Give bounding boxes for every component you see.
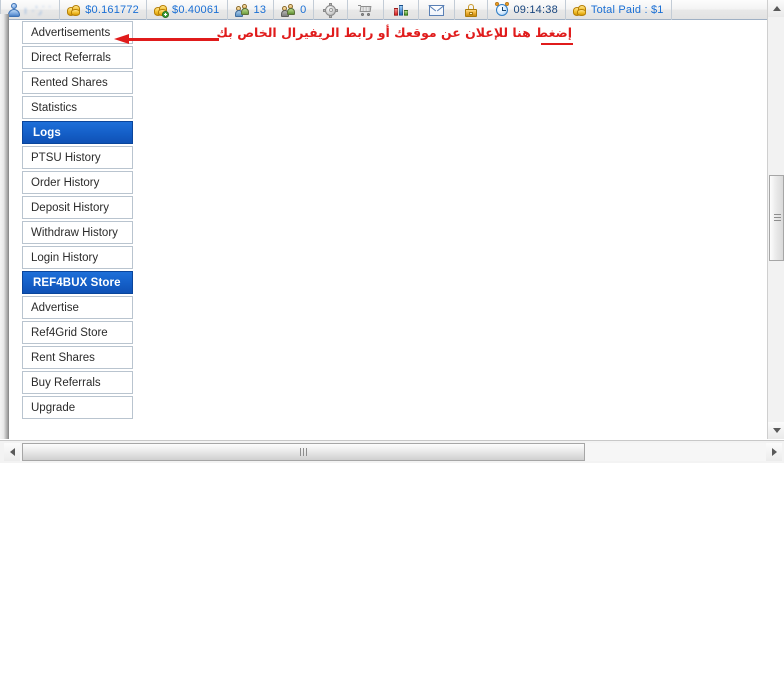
toolbar-item-username[interactable]: ı ·ʼ٫˙ ˙ xyxy=(0,0,61,20)
sidebar-item-label: Upgrade xyxy=(31,401,76,414)
sidebar-item-buy-referrals[interactable]: Buy Referrals xyxy=(22,371,133,394)
toolbar-item-total-paid: Total Paid : $1 xyxy=(566,0,672,20)
annotation-underline xyxy=(541,43,573,45)
chevron-left-icon xyxy=(9,448,15,456)
direct-referrals-count: 13 xyxy=(253,4,267,16)
chevron-up-icon xyxy=(772,6,781,11)
bar-chart-icon xyxy=(394,4,409,17)
scroll-down-button[interactable] xyxy=(768,422,784,439)
status-toolbar: ı ·ʼ٫˙ ˙ $0.161772 $0.40061 13 0 09:14:3… xyxy=(0,0,784,20)
scroll-left-button[interactable] xyxy=(4,443,20,461)
rented-referrals-count: 0 xyxy=(300,4,307,16)
horizontal-scroll-thumb[interactable] xyxy=(22,443,585,461)
user-icon xyxy=(8,3,20,17)
total-paid-value: Total Paid : $1 xyxy=(590,4,664,16)
sidebar-item-label: Login History xyxy=(31,251,99,264)
sidebar-section-label: Logs xyxy=(33,126,61,139)
sidebar-item-statistics[interactable]: Statistics xyxy=(22,96,133,119)
sidebar-item-label: Advertise xyxy=(31,301,79,314)
sidebar-item-label: Direct Referrals xyxy=(31,51,111,64)
sidebar-item-label: Rent Shares xyxy=(31,351,95,364)
blank-area-below xyxy=(0,463,784,696)
sidebar-item-label: PTSU History xyxy=(31,151,101,164)
rented-referrals-icon xyxy=(281,3,296,17)
sidebar-item-label: Deposit History xyxy=(31,201,109,214)
vertical-scrollbar[interactable] xyxy=(767,0,784,439)
server-time-value: 09:14:38 xyxy=(513,4,558,16)
sidebar-item-label: Order History xyxy=(31,176,100,189)
sidebar-item-rented-shares[interactable]: Rented Shares xyxy=(22,71,133,94)
sidebar-section-logs: Logs xyxy=(22,121,133,144)
sidebar-item-ref4grid-store[interactable]: Ref4Grid Store xyxy=(22,321,133,344)
annotation-text: إضغط هنا للإعلان عن موقعك أو رابط الريفي… xyxy=(216,25,572,40)
grip-icon xyxy=(299,448,308,456)
username-value: ı ·ʼ٫˙ ˙ xyxy=(24,4,53,17)
sidebar-item-advertisements[interactable]: Advertisements xyxy=(22,21,133,44)
scroll-up-button[interactable] xyxy=(768,0,784,17)
toolbar-item-server-time: 09:14:38 xyxy=(488,0,566,20)
sidebar-section-ref4bux-store: REF4BUX Store xyxy=(22,271,133,294)
envelope-icon xyxy=(428,4,446,16)
toolbar-item-messages[interactable] xyxy=(419,0,456,20)
coins-icon xyxy=(67,4,81,17)
application-window: ı ·ʼ٫˙ ˙ $0.161772 $0.40061 13 0 09:14:3… xyxy=(0,0,784,463)
grip-icon xyxy=(774,214,781,222)
cart-icon xyxy=(358,4,373,17)
sidebar-item-direct-referrals[interactable]: Direct Referrals xyxy=(22,46,133,69)
toolbar-item-rented-referrals[interactable]: 0 xyxy=(274,0,315,20)
sidebar-item-label: Buy Referrals xyxy=(31,376,101,389)
gear-icon xyxy=(323,2,339,18)
coins-add-icon xyxy=(154,4,170,18)
sidebar-item-upgrade[interactable]: Upgrade xyxy=(22,396,133,419)
alarm-clock-icon xyxy=(495,2,510,17)
sidebar-item-advertise[interactable]: Advertise xyxy=(22,296,133,319)
coins-icon xyxy=(572,4,587,17)
toolbar-item-statistics[interactable] xyxy=(384,0,420,20)
sidebar-item-rent-shares[interactable]: Rent Shares xyxy=(22,346,133,369)
sidebar-item-login-history[interactable]: Login History xyxy=(22,246,133,269)
vertical-scroll-thumb[interactable] xyxy=(769,175,784,261)
sidebar-section-label: REF4BUX Store xyxy=(33,276,121,289)
chevron-down-icon xyxy=(772,428,781,433)
toolbar-item-security[interactable] xyxy=(455,0,489,20)
scroll-right-button[interactable] xyxy=(766,443,782,461)
main-balance-value: $0.161772 xyxy=(85,4,140,16)
sidebar-item-label: Advertisements xyxy=(31,26,111,39)
toolbar-item-direct-referrals[interactable]: 13 xyxy=(228,0,275,20)
sidebar-item-withdraw-history[interactable]: Withdraw History xyxy=(22,221,133,244)
sidebar-item-deposit-history[interactable]: Deposit History xyxy=(22,196,133,219)
toolbar-item-rental-balance[interactable]: $0.40061 xyxy=(147,0,228,20)
chevron-right-icon xyxy=(771,448,777,456)
left-edge-rail xyxy=(0,14,9,439)
sidebar-menu: Advertisements Direct Referrals Rented S… xyxy=(22,21,133,421)
page-content: Advertisements Direct Referrals Rented S… xyxy=(9,21,764,439)
horizontal-scrollbar[interactable] xyxy=(0,440,784,463)
sidebar-item-label: Withdraw History xyxy=(31,226,118,239)
referrals-icon xyxy=(234,3,250,17)
sidebar-item-ptsu-history[interactable]: PTSU History xyxy=(22,146,133,169)
rental-balance-value: $0.40061 xyxy=(172,4,220,16)
toolbar-item-main-balance[interactable]: $0.161772 xyxy=(60,0,148,20)
sidebar-item-label: Statistics xyxy=(31,101,78,114)
toolbar-item-settings[interactable] xyxy=(314,0,349,20)
sidebar-item-label: Ref4Grid Store xyxy=(31,326,108,339)
toolbar-item-store[interactable] xyxy=(348,0,385,20)
sidebar-item-label: Rented Shares xyxy=(31,76,108,89)
sidebar-item-order-history[interactable]: Order History xyxy=(22,171,133,194)
padlock-icon xyxy=(465,3,478,17)
